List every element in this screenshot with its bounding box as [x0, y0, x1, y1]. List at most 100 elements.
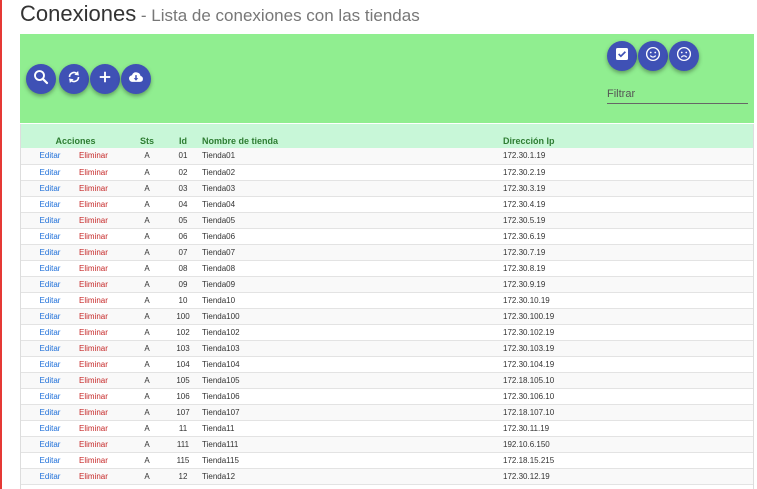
delete-link[interactable]: Eliminar — [79, 472, 108, 481]
store-name-cell: Tienda09 — [202, 279, 236, 289]
actions-cell: Editar Eliminar — [21, 260, 130, 276]
ip-address-cell: 172.30.6.19 — [503, 231, 546, 241]
smile-face-icon — [644, 45, 662, 68]
delete-link[interactable]: Eliminar — [79, 328, 108, 337]
delete-link[interactable]: Eliminar — [79, 200, 108, 209]
store-name-cell: Tienda104 — [202, 359, 240, 369]
connections-table: Acciones Sts Id Nombre de tienda Direcci… — [21, 124, 753, 485]
table-row: Editar Eliminar A 111 Tienda111 192.10.6.150 — [21, 436, 753, 452]
edit-link[interactable]: Editar — [40, 200, 61, 209]
table-row: Editar Eliminar A 115 Tienda115 172.18.15.215 — [21, 452, 753, 468]
delete-link[interactable]: Eliminar — [79, 424, 108, 433]
download-button[interactable] — [121, 64, 151, 94]
filter-input[interactable] — [607, 84, 748, 104]
inactive-filter-button[interactable] — [669, 41, 699, 71]
actions-cell: Editar Eliminar — [21, 388, 130, 404]
edit-link[interactable]: Editar — [40, 360, 61, 369]
delete-link[interactable]: Eliminar — [79, 456, 108, 465]
left-accent-bar — [0, 0, 2, 489]
edit-link[interactable]: Editar — [40, 280, 61, 289]
delete-link[interactable]: Eliminar — [79, 392, 108, 401]
store-name-cell: Tienda105 — [202, 375, 240, 385]
edit-link[interactable]: Editar — [40, 344, 61, 353]
status-cell: A — [144, 199, 150, 209]
status-cell: A — [144, 343, 150, 353]
delete-link[interactable]: Eliminar — [79, 408, 108, 417]
search-button[interactable] — [26, 64, 56, 94]
table-row: Editar Eliminar A 105 Tienda105 172.18.105.10 — [21, 372, 753, 388]
edit-link[interactable]: Editar — [40, 440, 61, 449]
id-cell: 07 — [178, 247, 188, 257]
edit-link[interactable]: Editar — [40, 184, 61, 193]
delete-link[interactable]: Eliminar — [79, 264, 108, 273]
id-cell: 09 — [178, 279, 188, 289]
edit-link[interactable]: Editar — [40, 456, 61, 465]
page-title: Conexiones — [20, 1, 137, 26]
delete-link[interactable]: Eliminar — [79, 184, 108, 193]
header-acciones[interactable]: Acciones — [21, 124, 130, 148]
edit-link[interactable]: Editar — [40, 472, 61, 481]
delete-link[interactable]: Eliminar — [79, 168, 108, 177]
ip-address-cell: 172.18.15.215 — [503, 455, 555, 465]
store-name-cell: Tienda100 — [202, 311, 240, 321]
actions-cell: Editar Eliminar — [21, 196, 130, 212]
delete-link[interactable]: Eliminar — [79, 216, 108, 225]
ip-address-cell: 172.30.1.19 — [503, 151, 546, 161]
active-filter-button[interactable] — [638, 41, 668, 71]
id-cell: 06 — [178, 231, 188, 241]
ip-address-cell: 172.30.103.19 — [503, 343, 555, 353]
status-cell: A — [144, 279, 150, 289]
edit-link[interactable]: Editar — [40, 248, 61, 257]
add-button[interactable] — [90, 64, 120, 94]
store-name-cell: Tienda01 — [202, 151, 236, 161]
delete-link[interactable]: Eliminar — [79, 344, 108, 353]
delete-link[interactable]: Eliminar — [79, 296, 108, 305]
store-name-cell: Tienda05 — [202, 215, 236, 225]
refresh-button[interactable] — [59, 64, 89, 94]
store-name-cell: Tienda08 — [202, 263, 236, 273]
delete-link[interactable]: Eliminar — [79, 440, 108, 449]
edit-link[interactable]: Editar — [40, 168, 61, 177]
table-row: Editar Eliminar A 100 Tienda100 172.30.100.19 — [21, 308, 753, 324]
table-row: Editar Eliminar A 03 Tienda03 172.30.3.19 — [21, 180, 753, 196]
status-cell: A — [144, 295, 150, 305]
edit-link[interactable]: Editar — [40, 376, 61, 385]
status-cell: A — [144, 471, 150, 481]
ip-address-cell: 172.30.9.19 — [503, 279, 546, 289]
ip-address-cell: 172.30.102.19 — [503, 327, 555, 337]
ip-address-cell: 172.30.11.19 — [503, 423, 550, 433]
status-cell: A — [144, 247, 150, 257]
header-ip[interactable]: Dirección Ip — [503, 124, 753, 148]
delete-link[interactable]: Eliminar — [79, 376, 108, 385]
delete-link[interactable]: Eliminar — [79, 232, 108, 241]
edit-link[interactable]: Editar — [40, 424, 61, 433]
edit-link[interactable]: Editar — [40, 408, 61, 417]
ip-address-cell: 172.30.7.19 — [503, 247, 546, 257]
edit-link[interactable]: Editar — [40, 392, 61, 401]
actions-cell: Editar Eliminar — [21, 308, 130, 324]
delete-link[interactable]: Eliminar — [79, 360, 108, 369]
edit-link[interactable]: Editar — [40, 328, 61, 337]
delete-link[interactable]: Eliminar — [79, 280, 108, 289]
title-separator: - — [136, 6, 152, 25]
delete-link[interactable]: Eliminar — [79, 248, 108, 257]
edit-link[interactable]: Editar — [40, 264, 61, 273]
search-icon — [32, 68, 50, 91]
delete-link[interactable]: Eliminar — [79, 151, 108, 160]
header-sts[interactable]: Sts — [130, 124, 164, 148]
edit-link[interactable]: Editar — [40, 216, 61, 225]
header-id[interactable]: Id — [164, 124, 202, 148]
delete-link[interactable]: Eliminar — [79, 312, 108, 321]
id-cell: 104 — [176, 359, 190, 369]
header-nombre[interactable]: Nombre de tienda — [202, 124, 503, 148]
edit-link[interactable]: Editar — [40, 232, 61, 241]
edit-link[interactable]: Editar — [40, 312, 61, 321]
select-all-button[interactable] — [607, 41, 637, 71]
actions-cell: Editar Eliminar — [21, 180, 130, 196]
check-box-icon — [613, 45, 631, 68]
status-cell: A — [144, 151, 150, 161]
status-cell: A — [144, 167, 150, 177]
edit-link[interactable]: Editar — [40, 151, 61, 160]
id-cell: 04 — [178, 199, 188, 209]
edit-link[interactable]: Editar — [40, 296, 61, 305]
